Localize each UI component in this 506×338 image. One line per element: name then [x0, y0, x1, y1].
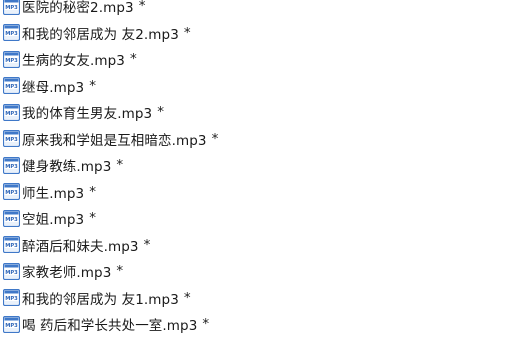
file-list-item[interactable]: MP3 生病的女友.mp3 * — [3, 46, 503, 73]
mp3-file-icon: MP3 — [3, 156, 20, 174]
file-list-item[interactable]: MP3 和我的邻居成为 友2.mp3 * — [3, 20, 503, 47]
file-list-item[interactable]: MP3 和我的邻居成为 友1.mp3 * — [3, 285, 503, 312]
mp3-badge-label: MP3 — [5, 84, 18, 90]
file-name: 我的体育生男友.mp3 — [22, 106, 153, 123]
mp3-file-icon: MP3 — [3, 0, 20, 15]
mp3-badge-label: MP3 — [5, 190, 18, 196]
file-list: MP3 医院的秘密2.mp3 * MP3 和我的邻居成为 友2.mp3 * MP3 生病的女友… — [3, 0, 503, 338]
mp3-badge-label: MP3 — [5, 111, 18, 117]
modified-marker: * — [183, 24, 191, 41]
modified-marker: * — [89, 183, 96, 200]
file-list-item[interactable]: MP3 家教老师.mp3 * — [3, 258, 503, 285]
modified-marker: * — [211, 130, 219, 147]
mp3-file-icon: MP3 — [3, 103, 20, 121]
modified-marker: * — [130, 51, 137, 68]
modified-marker: * — [183, 289, 191, 306]
mp3-file-icon: MP3 — [3, 236, 20, 254]
modified-marker: * — [116, 263, 124, 280]
file-list-item[interactable]: MP3 继母.mp3 * — [3, 73, 503, 100]
mp3-badge-label: MP3 — [5, 164, 18, 170]
file-list-item[interactable]: MP3 师生.mp3 * — [3, 179, 503, 206]
file-name: 家教老师.mp3 — [22, 265, 112, 282]
mp3-file-icon: MP3 — [3, 315, 20, 333]
file-name: 和我的邻居成为 友1.mp3 — [22, 291, 179, 308]
modified-marker: * — [116, 157, 124, 174]
mp3-file-icon: MP3 — [3, 209, 20, 227]
file-list-item[interactable]: MP3 醉酒后和妹夫.mp3 * — [3, 232, 503, 259]
file-name: 空姐.mp3 — [22, 212, 85, 229]
modified-marker: * — [89, 210, 96, 227]
file-name: 喝 药后和学长共处一室.mp3 — [22, 318, 198, 335]
mp3-badge-label: MP3 — [5, 58, 18, 64]
file-name: 和我的邻居成为 友2.mp3 — [22, 26, 179, 43]
file-name: 原来我和学姐是互相暗恋.mp3 — [22, 132, 207, 149]
mp3-badge-label: MP3 — [5, 217, 18, 223]
mp3-badge-label: MP3 — [5, 31, 18, 37]
file-list-item[interactable]: MP3 原来我和学姐是互相暗恋.mp3 * — [3, 126, 503, 153]
file-list-item[interactable]: MP3 喝 药后和学长共处一室.mp3 * — [3, 311, 503, 338]
mp3-file-icon: MP3 — [3, 24, 20, 42]
modified-marker: * — [143, 236, 151, 253]
mp3-badge-label: MP3 — [5, 137, 18, 143]
mp3-file-icon: MP3 — [3, 183, 20, 201]
mp3-file-icon: MP3 — [3, 77, 20, 95]
file-name: 师生.mp3 — [22, 185, 85, 202]
mp3-badge-label: MP3 — [5, 243, 18, 249]
modified-marker: * — [157, 104, 164, 121]
mp3-file-icon: MP3 — [3, 262, 20, 280]
mp3-badge-label: MP3 — [5, 270, 18, 276]
mp3-badge-label: MP3 — [5, 5, 18, 11]
modified-marker: * — [138, 0, 146, 15]
file-list-item[interactable]: MP3 医院的秘密2.mp3 * — [3, 0, 503, 20]
mp3-badge-label: MP3 — [5, 296, 18, 302]
file-name: 继母.mp3 — [22, 79, 85, 96]
modified-marker: * — [89, 77, 96, 94]
mp3-file-icon: MP3 — [3, 289, 20, 307]
file-list-item[interactable]: MP3 空姐.mp3 * — [3, 205, 503, 232]
file-list-item[interactable]: MP3 健身教练.mp3 * — [3, 152, 503, 179]
file-list-item[interactable]: MP3 我的体育生男友.mp3 * — [3, 99, 503, 126]
mp3-file-icon: MP3 — [3, 50, 20, 68]
file-name: 健身教练.mp3 — [22, 159, 112, 176]
file-name: 醉酒后和妹夫.mp3 — [22, 238, 139, 255]
mp3-file-icon: MP3 — [3, 130, 20, 148]
file-name: 医院的秘密2.mp3 — [22, 0, 134, 17]
file-name: 生病的女友.mp3 — [22, 53, 126, 70]
modified-marker: * — [202, 316, 210, 333]
